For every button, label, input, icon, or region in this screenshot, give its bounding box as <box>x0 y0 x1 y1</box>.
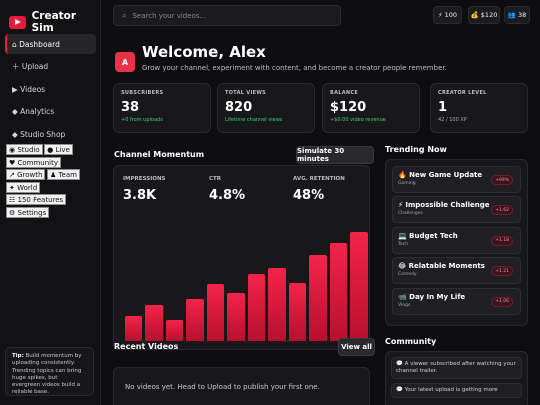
simulate-button[interactable]: Simulate 30 minutes <box>296 146 374 164</box>
page-title: Welcome, Alex <box>142 43 266 61</box>
trend-badge: +99% <box>491 175 513 185</box>
chip-community[interactable]: ♥ Community <box>6 156 62 168</box>
trend-item[interactable]: 📹 Day In My Life Vlogs +1.06 <box>392 287 521 315</box>
search-bar[interactable]: ⌕ <box>113 5 341 26</box>
stat-label: CREATOR LEVEL <box>438 90 487 96</box>
momentum-bar <box>165 320 183 341</box>
stat-value: 820 <box>225 100 253 115</box>
momentum-bar <box>186 299 204 341</box>
trending-title: Trending Now <box>385 145 447 154</box>
energy-pill: ⚡ 100 <box>433 6 462 24</box>
recent-videos-empty: No videos yet. Head to Upload to publish… <box>113 367 370 405</box>
avatar[interactable]: A <box>115 52 135 72</box>
metric-label-ctr: CTR <box>209 176 222 182</box>
app-name: Creator Sim <box>31 10 77 34</box>
momentum-bar <box>124 315 142 341</box>
chip-studio[interactable]: ◉ Studio <box>6 144 43 155</box>
momentum-title: Channel Momentum <box>114 150 205 159</box>
sidebar-item-videos[interactable]: ▶ Videos <box>5 79 96 99</box>
sidebar-item-dashboard[interactable]: ⌂ Dashboard <box>5 34 96 54</box>
chip-world[interactable]: ✦ World <box>6 181 41 193</box>
metric-value-impressions: 3.8K <box>123 188 157 203</box>
search-icon: ⌕ <box>122 10 127 20</box>
stat-card-level: CREATOR LEVEL 1 42 / 100 XP <box>430 83 528 133</box>
sidebar-nav: ⌂ Dashboard ＋ Upload ▶ Videos ◆ Analytic… <box>5 34 96 147</box>
trend-badge: +1.62 <box>491 205 513 216</box>
momentum-bar <box>227 293 245 341</box>
stat-value: 1 <box>438 100 448 115</box>
followers-pill: 👥 38 <box>504 6 530 24</box>
trending-card: 🔥 New Game Update Gaming +99% ⚡ Impossib… <box>385 159 528 326</box>
metric-value-retention: 48% <box>293 188 325 203</box>
trend-item[interactable]: ⚡ Impossible Challenge Challenges +1.62 <box>392 196 521 224</box>
search-input[interactable] <box>132 11 323 20</box>
tip-label: Tip: <box>12 353 24 359</box>
chip-team[interactable]: ♟ Team <box>46 169 80 180</box>
sidebar-item-analytics[interactable]: ◆ Analytics <box>5 102 96 122</box>
community-title: Community <box>385 337 437 346</box>
momentum-card: IMPRESSIONS 3.8K CTR 4.8% AVG. RETENTION… <box>113 165 370 350</box>
momentum-bar <box>288 283 306 341</box>
chip-growth[interactable]: ↗ Growth <box>6 169 46 180</box>
metric-value-ctr: 4.8% <box>209 188 246 203</box>
community-item: 💬 A viewer subscribed after watching you… <box>391 357 522 379</box>
momentum-bar <box>145 305 163 341</box>
chip-features[interactable]: ☷ 150 Features <box>6 194 67 205</box>
play-logo-icon <box>9 15 26 29</box>
momentum-bar <box>309 254 327 341</box>
momentum-bar <box>350 232 368 341</box>
tip-box: Tip: Build momentum by uploading consist… <box>5 347 94 396</box>
stat-sub: +$0.00 video revenue <box>330 117 386 123</box>
community-card: 💬 A viewer subscribed after watching you… <box>385 351 528 405</box>
trend-badge: +1.18 <box>491 235 513 246</box>
stat-card-views: TOTAL VIEWS 820 Lifetime channel views <box>217 83 315 133</box>
page-subtitle: Grow your channel, experiment with conte… <box>142 64 447 72</box>
sidebar-item-studio-shop[interactable]: ◆ Studio Shop <box>5 124 96 144</box>
stat-label: TOTAL VIEWS <box>225 90 267 96</box>
stat-label: BALANCE <box>330 90 359 96</box>
community-item: 💬 Your latest upload is getting more <box>391 383 522 398</box>
stat-sub: 42 / 100 XP <box>438 117 467 123</box>
metric-label-impressions: IMPRESSIONS <box>123 176 166 182</box>
metric-label-retention: AVG. RETENTION <box>293 176 345 182</box>
trend-badge: +1.21 <box>491 266 513 277</box>
momentum-bar <box>329 242 347 341</box>
feature-chips: ◉ Studio ● Live ♥ Community ↗ Growth ♟ T… <box>6 144 98 218</box>
recent-videos-title: Recent Videos <box>114 342 179 351</box>
trend-item[interactable]: 🔥 New Game Update Gaming +99% <box>392 166 521 193</box>
topbar: ⌕ ⚡ 100 💰 $120 👥 38 <box>101 0 540 30</box>
chip-settings[interactable]: ⚙ Settings <box>6 206 50 218</box>
stat-sub: Lifetime channel views <box>225 117 283 123</box>
stat-sub: +0 from uploads <box>121 117 163 123</box>
app-logo[interactable]: Creator Sim <box>9 10 100 34</box>
trend-badge: +1.06 <box>491 296 513 307</box>
stat-card-balance: BALANCE $120 +$0.00 video revenue <box>322 83 420 133</box>
stat-card-subscribers: SUBSCRIBERS 38 +0 from uploads <box>113 83 211 133</box>
momentum-bar <box>247 274 265 341</box>
tip-text: Build momentum by uploading consistently… <box>12 353 82 396</box>
chip-live[interactable]: ● Live <box>44 144 73 155</box>
sidebar: Creator Sim ⌂ Dashboard ＋ Upload ▶ Video… <box>0 0 101 405</box>
momentum-bar <box>268 268 286 341</box>
stat-value: 38 <box>121 100 140 115</box>
money-pill: 💰 $120 <box>468 6 500 24</box>
trend-item[interactable]: 💻 Budget Tech Tech +1.18 <box>392 226 521 254</box>
stat-value: $120 <box>330 100 367 115</box>
trend-item[interactable]: 😂 Relatable Moments Comedy +1.21 <box>392 257 521 285</box>
sidebar-item-upload[interactable]: ＋ Upload <box>5 57 96 77</box>
momentum-bar <box>206 284 224 341</box>
stat-label: SUBSCRIBERS <box>121 90 164 96</box>
view-all-button[interactable]: View all <box>338 338 375 356</box>
main-content: A Welcome, Alex Grow your channel, exper… <box>101 30 540 405</box>
momentum-bar-chart <box>123 222 369 341</box>
